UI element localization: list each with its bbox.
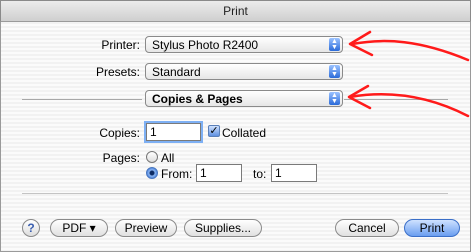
copies-label: Copies: — [99, 126, 140, 140]
bottom-divider — [22, 193, 448, 194]
section-divider-left — [22, 99, 142, 100]
popup-arrows-icon: ▲ ▼ — [329, 38, 340, 51]
collated-checkbox[interactable]: ✓ — [208, 125, 220, 137]
popup-arrows-icon: ▲ ▼ — [329, 65, 340, 78]
pages-to-label: to: — [253, 167, 267, 181]
section-value: Copies & Pages — [152, 92, 243, 106]
pages-from-field[interactable]: 1 — [196, 164, 242, 182]
preview-button[interactable]: Preview — [115, 219, 177, 237]
pages-label: Pages: — [102, 151, 140, 165]
help-button[interactable]: ? — [22, 219, 40, 237]
printer-select[interactable]: Stylus Photo R2400 ▲ ▼ — [145, 36, 343, 53]
presets-select[interactable]: Standard ▲ ▼ — [145, 63, 343, 80]
title-bar: Print — [0, 0, 471, 22]
supplies-button[interactable]: Supplies... — [184, 219, 262, 237]
pdf-button[interactable]: PDF ▾ — [50, 219, 108, 237]
pages-all-label: All — [161, 151, 175, 165]
pages-all-radio[interactable] — [146, 151, 158, 163]
collated-label: Collated — [222, 126, 267, 140]
section-select[interactable]: Copies & Pages ▲ ▼ — [145, 90, 343, 107]
pages-from-label: From: — [161, 167, 193, 181]
copies-field[interactable]: 1 — [146, 123, 201, 141]
window-title: Print — [223, 4, 248, 18]
print-button[interactable]: Print — [404, 219, 460, 237]
popup-arrows-icon: ▲ ▼ — [329, 92, 340, 105]
section-divider-right — [344, 99, 448, 100]
pages-from-radio[interactable] — [146, 167, 158, 179]
pages-to-field[interactable]: 1 — [271, 164, 317, 182]
printer-label: Printer: — [101, 38, 140, 52]
presets-label: Presets: — [95, 65, 140, 79]
printer-value: Stylus Photo R2400 — [152, 38, 259, 52]
presets-value: Standard — [152, 65, 201, 79]
cancel-button[interactable]: Cancel — [335, 219, 399, 237]
